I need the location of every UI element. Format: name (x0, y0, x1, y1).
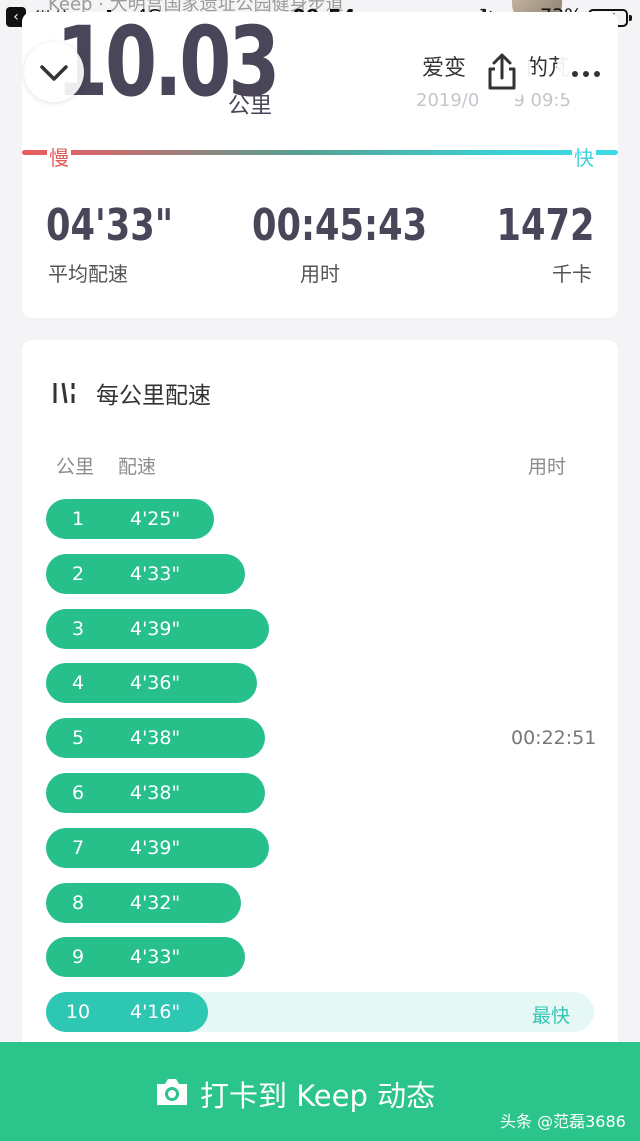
split-pace: 4'16" (130, 1001, 181, 1024)
check-in-bar[interactable]: 打卡到 Keep 动态 头条 @范磊3686 (0, 1042, 640, 1141)
split-km: 9 (71, 946, 85, 969)
split-km: 5 (71, 727, 85, 750)
splits-title: 每公里配速 (96, 383, 211, 409)
splits-card: 每公里配速 公里 配速 用时 1 4'25" 2 4'33" 3 4'39" 4 4'36" 5… (22, 340, 618, 1060)
split-pace: 4'25" (130, 508, 181, 530)
duration-label: 用时 (300, 262, 340, 286)
calorie-label: 千卡 (552, 262, 592, 286)
split-pace-bar: 6 4'38" (46, 773, 265, 813)
calorie-value: 1472 (496, 200, 594, 251)
split-pace-bar: 8 4'32" (46, 882, 241, 923)
split-km: 2 (71, 562, 85, 585)
split-km: 4 (71, 672, 85, 695)
split-km: 8 (71, 891, 85, 914)
split-pace-bar: 1 4'25" (46, 499, 214, 539)
user-name-head: 爱变 (422, 56, 467, 81)
split-pace: 4'39" (130, 617, 181, 640)
camera-icon (157, 1079, 187, 1105)
fastest-tag: 最快 (531, 1005, 570, 1028)
pace-gradient-bar (22, 150, 618, 155)
split-pace: 4'33" (130, 946, 181, 969)
more-button[interactable] (556, 42, 616, 102)
split-pace-bar: 3 4'39" (46, 608, 269, 649)
collapse-button[interactable] (24, 42, 84, 102)
split-time: 00:22:51 (511, 727, 597, 750)
duration-value: 00:45:43 (252, 200, 428, 251)
split-km: 1 (71, 508, 85, 530)
split-pace-bar: 9 4'33" (46, 937, 245, 978)
column-header-km: 公里 (56, 456, 95, 478)
split-pace: 4'38" (130, 727, 181, 750)
share-icon (488, 53, 516, 90)
pace-fast-label: 快 (572, 142, 596, 171)
split-km: 6 (71, 782, 85, 804)
split-km: 7 (71, 836, 85, 859)
chevron-down-icon (40, 65, 68, 81)
split-pace: 4'38" (130, 782, 181, 804)
split-km: 10 (65, 1001, 91, 1024)
share-button[interactable] (472, 42, 532, 102)
avg-pace-value: 04'33" (46, 200, 174, 251)
avg-pace-label: 平均配速 (48, 262, 128, 286)
split-pace: 4'36" (130, 672, 181, 695)
workout-date-head: 2019/0 (416, 90, 480, 111)
split-pace: 4'32" (130, 891, 181, 914)
column-header-pace: 配速 (118, 456, 157, 478)
split-pace-bar: 4 4'36" (46, 663, 257, 704)
split-pace-bar: 7 4'39" (46, 827, 269, 868)
split-pace-bar: 2 4'33" (46, 553, 245, 594)
pace-slow-label: 慢 (47, 142, 71, 171)
distance-unit: 公里 (228, 94, 273, 119)
split-pace: 4'39" (130, 836, 181, 859)
split-km: 3 (71, 617, 85, 640)
split-pace-bar: 5 4'38" (46, 718, 265, 759)
watermark: 头条 @范磊3686 (500, 1112, 626, 1131)
split-pace: 4'33" (130, 562, 181, 585)
split-pace-bar: 10 4'16" (46, 992, 208, 1033)
check-in-label: 打卡到 Keep 动态 (200, 1079, 436, 1113)
splits-icon (53, 382, 75, 404)
more-icon (572, 71, 578, 77)
column-header-time: 用时 (528, 456, 567, 478)
